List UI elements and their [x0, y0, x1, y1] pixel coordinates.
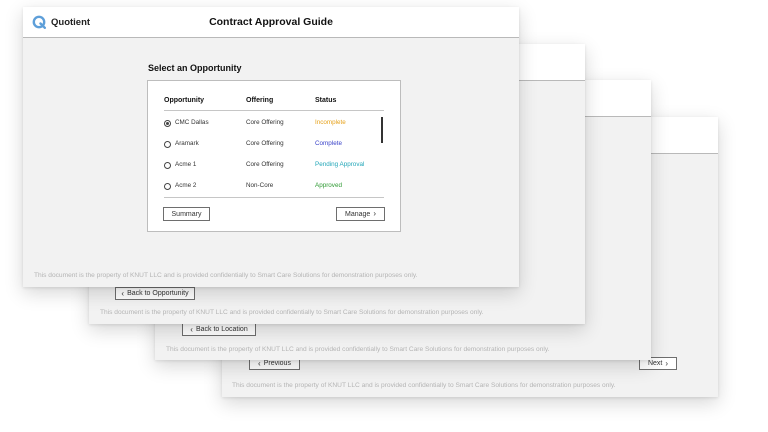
- footer-divider: [164, 197, 384, 198]
- row-offering: Core Offering: [246, 140, 284, 147]
- app-header: Quotient Contract Approval Guide: [23, 7, 519, 38]
- next-label: Next: [647, 360, 663, 367]
- summary-label: Summary: [171, 210, 202, 218]
- manage-label: Manage: [345, 210, 371, 218]
- footer-disclaimer: This document is the property of KNUT LL…: [34, 272, 418, 279]
- manage-button[interactable]: Manage ›: [336, 207, 385, 221]
- chevron-right-icon: ›: [665, 358, 669, 368]
- chevron-left-icon: ‹: [190, 324, 193, 334]
- row-offering: Non-Core: [246, 182, 274, 189]
- table-row[interactable]: Acme 1 Core Offering Pending Approval: [148, 159, 400, 173]
- row-status: Incomplete: [315, 119, 346, 126]
- row-offering: Core Offering: [246, 119, 284, 126]
- footer-disclaimer: This document is the property of KNUT LL…: [166, 346, 550, 353]
- back-to-location-label: Back to Location: [195, 326, 248, 333]
- table-scrollbar[interactable]: [381, 117, 383, 143]
- back-to-location-button[interactable]: ‹ Back to Location: [182, 323, 256, 336]
- column-header-offering: Offering: [246, 97, 274, 104]
- row-radio[interactable]: [164, 183, 171, 190]
- chevron-left-icon: ‹: [258, 358, 261, 368]
- footer-disclaimer: This document is the property of KNUT LL…: [100, 309, 484, 316]
- section-title: Select an Opportunity: [148, 63, 242, 73]
- chevron-left-icon: ‹: [121, 288, 125, 298]
- column-header-status: Status: [315, 97, 337, 104]
- row-radio[interactable]: [164, 162, 171, 169]
- opportunity-panel: Opportunity Offering Status CMC Dallas C…: [147, 80, 401, 232]
- screen-card-1: Quotient Contract Approval Guide Select …: [23, 7, 519, 287]
- chevron-right-icon: ›: [373, 209, 376, 218]
- table-row[interactable]: Aramark Core Offering Complete: [148, 138, 400, 152]
- column-header-opportunity: Opportunity: [164, 97, 205, 104]
- back-to-opportunity-button[interactable]: ‹ Back to Opportunity: [115, 287, 195, 300]
- row-name: Acme 2: [175, 182, 197, 189]
- row-name: Acme 1: [175, 161, 197, 168]
- row-name: Aramark: [175, 140, 199, 147]
- footer-disclaimer: This document is the property of KNUT LL…: [232, 382, 616, 389]
- table-row[interactable]: Acme 2 Non-Core Approved: [148, 180, 400, 194]
- row-status: Pending Approval: [315, 161, 365, 168]
- previous-label: Previous: [263, 360, 291, 367]
- page-title: Contract Approval Guide: [209, 16, 333, 28]
- summary-button[interactable]: Summary: [163, 207, 210, 221]
- row-offering: Core Offering: [246, 161, 284, 168]
- row-status: Complete: [315, 140, 342, 147]
- row-status: Approved: [315, 182, 342, 189]
- row-radio[interactable]: [164, 141, 171, 148]
- table-row[interactable]: CMC Dallas Core Offering Incomplete: [148, 117, 400, 131]
- header-divider: [164, 110, 384, 111]
- row-name: CMC Dallas: [175, 119, 209, 126]
- back-to-opportunity-label: Back to Opportunity: [127, 290, 189, 297]
- row-radio[interactable]: [164, 120, 171, 127]
